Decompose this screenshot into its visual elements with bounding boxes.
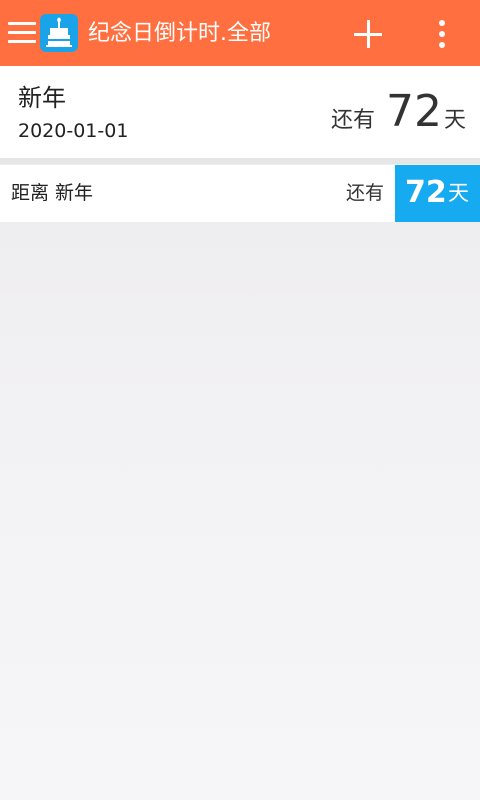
app-title: 纪念日倒计时.全部 (88, 21, 271, 46)
featured-event-title: 新年 (18, 84, 66, 112)
days-badge: 72 天 (395, 165, 480, 222)
event-remain-label: 还有 (346, 182, 385, 204)
event-days-count: 72 (405, 175, 447, 210)
featured-countdown-card[interactable]: 新年 2020-01-01 还有 72 天 (0, 66, 480, 164)
plus-icon[interactable] (352, 18, 384, 50)
featured-event-date: 2020-01-01 (18, 120, 129, 142)
featured-days-count: 72 (386, 86, 442, 137)
event-list-item[interactable]: 距离 新年 还有 72 天 (0, 165, 480, 222)
event-days-unit: 天 (448, 181, 469, 205)
more-vert-icon[interactable] (430, 18, 454, 50)
birthday-cake-icon (40, 14, 78, 52)
featured-days-unit: 天 (444, 108, 467, 133)
app-bar: 纪念日倒计时.全部 (0, 0, 480, 66)
featured-remain-label: 还有 (331, 108, 376, 133)
hamburger-menu-icon[interactable] (6, 18, 38, 48)
event-title: 距离 新年 (11, 182, 94, 204)
